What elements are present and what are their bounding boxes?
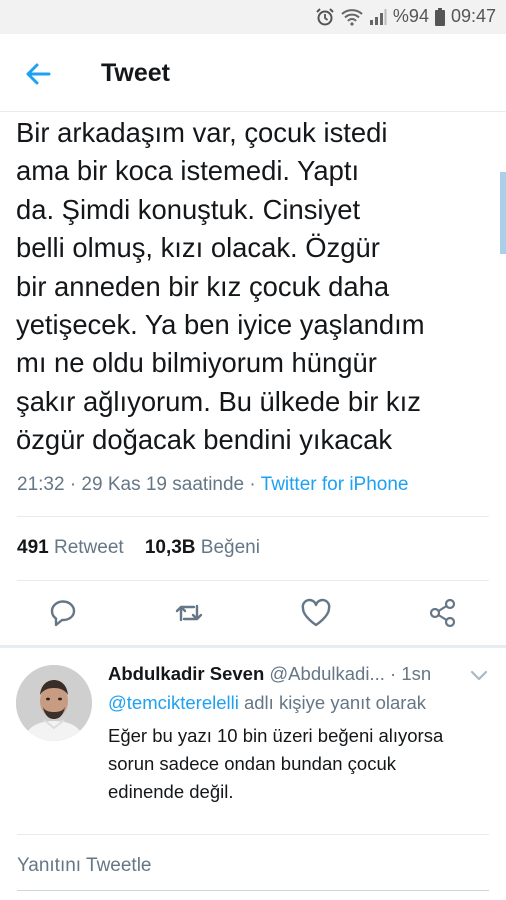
chevron-down-icon <box>470 670 488 681</box>
status-icons: %94 09:47 <box>315 6 496 27</box>
likes-stat[interactable]: 10,3B Beğeni <box>145 537 260 558</box>
retweets-stat[interactable]: 491 Retweet <box>17 537 124 558</box>
alarm-icon <box>315 7 335 27</box>
retweet-icon <box>175 604 203 622</box>
like-label: Beğeni <box>200 537 260 558</box>
reply-author-handle[interactable]: @Abdulkadi... <box>269 663 384 684</box>
tweet-source-link[interactable]: Twitter for iPhone <box>261 474 409 495</box>
tweet-text-line: da. Şimdi konuştuk. Cinsiyet <box>16 193 361 225</box>
tweet-text: Bir arkadaşım var, çocuk istedi ama bir … <box>16 114 486 460</box>
compose-underline <box>17 890 489 891</box>
reply-author-name[interactable]: Abdulkadir Seven <box>108 663 264 684</box>
scrollbar-thumb[interactable] <box>500 172 506 254</box>
page-title: Tweet <box>101 59 170 87</box>
clock-text: 09:47 <box>450 6 496 26</box>
reply-context: @temcikterelelli adlı kişiye yanıt olara… <box>108 692 426 714</box>
tweet-text-line: şakır ağlıyorum. Bu ülkede bir kız <box>16 385 421 417</box>
tweet-text-line: bir anneden bir kız çocuk daha <box>16 270 390 302</box>
tweet-stats: 491 Retweet 10,3B Beğeni <box>17 537 260 559</box>
reply-button[interactable] <box>46 596 80 630</box>
reply-time: · 1sn <box>390 663 432 684</box>
tweet-timestamp: 21:32 · 29 Kas 19 saatinde · <box>17 474 261 495</box>
like-button[interactable] <box>299 596 333 630</box>
wifi-icon <box>341 8 363 26</box>
like-count: 10,3B <box>144 537 196 558</box>
tweet-text-line: belli olmuş, kızı olacak. Özgür <box>16 232 380 264</box>
share-button[interactable] <box>426 596 460 630</box>
reply-compose-input[interactable]: Yanıtını Tweetle <box>17 855 152 877</box>
share-icon <box>429 598 456 628</box>
tweet-actions <box>0 596 506 632</box>
divider <box>17 516 489 517</box>
app-header: Tweet <box>0 34 506 112</box>
signal-icon <box>369 8 387 26</box>
battery-icon <box>434 7 445 26</box>
reply-tweet[interactable]: Abdulkadir Seven @Abdulkadi... · 1sn @te… <box>0 648 506 834</box>
status-bar: %94 09:47 <box>0 0 506 34</box>
tweet-meta: 21:32 · 29 Kas 19 saatinde · Twitter for… <box>17 474 409 496</box>
divider <box>17 580 489 581</box>
reply-context-text: adlı kişiye yanıt olarak <box>238 692 426 713</box>
retweet-button[interactable] <box>172 596 206 630</box>
retweet-count: 491 <box>17 537 49 558</box>
retweet-label: Retweet <box>53 537 124 558</box>
reply-text-line: sorun sadece ondan bundan çocuk <box>108 753 396 774</box>
avatar-photo <box>16 665 92 741</box>
reply-mention-link[interactable]: @temcikterelelli <box>108 692 239 713</box>
tweet-text-line: yetişecek. Ya ben iyice yaşlandım <box>16 309 425 341</box>
tweet-text-line: özgür doğacak bendini yıkacak <box>16 424 393 456</box>
battery-text: %94 <box>392 6 429 26</box>
reply-text: Eğer bu yazı 10 bin üzeri beğeni alıyors… <box>108 722 493 806</box>
back-button[interactable] <box>22 58 54 90</box>
tweet-text-line: mı ne oldu bilmiyorum hüngür <box>16 347 377 379</box>
reply-icon <box>50 600 76 627</box>
divider <box>17 834 489 835</box>
reply-text-line: Eğer bu yazı 10 bin üzeri beğeni alıyors… <box>108 725 444 746</box>
avatar[interactable] <box>16 665 92 741</box>
reply-header: Abdulkadir Seven @Abdulkadi... · 1sn <box>108 663 431 685</box>
more-options-button[interactable] <box>470 668 488 682</box>
tweet-text-line: ama bir koca istemedi. Yaptı <box>16 155 360 187</box>
like-icon <box>301 598 331 627</box>
tweet-text-line: Bir arkadaşım var, çocuk istedi <box>16 117 388 148</box>
arrow-left-icon <box>26 63 51 85</box>
reply-text-line: edinende değil. <box>108 781 234 802</box>
